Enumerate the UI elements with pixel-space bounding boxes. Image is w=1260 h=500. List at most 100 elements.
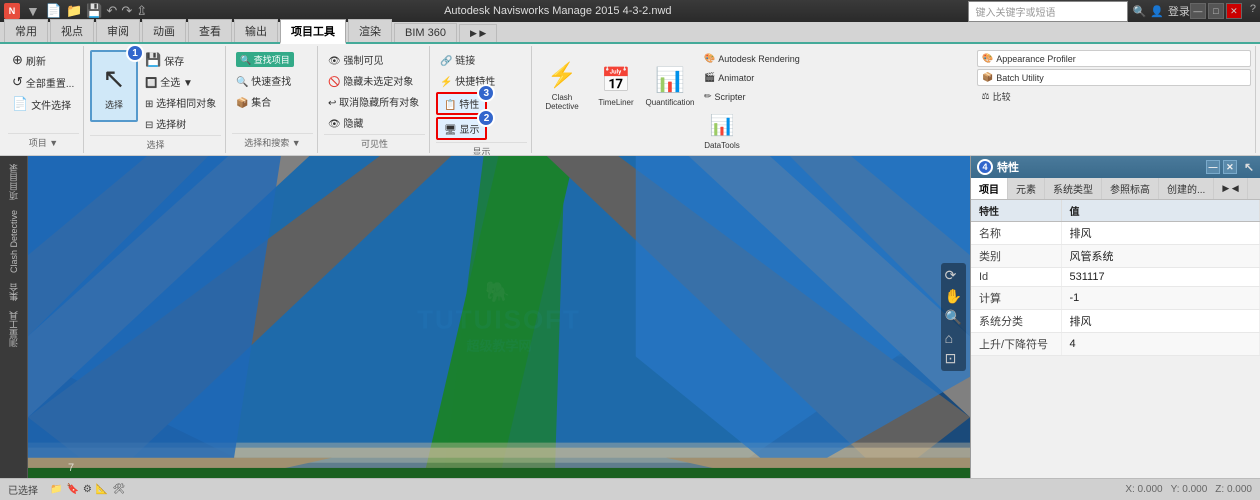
display-label: 显示 (436, 142, 527, 156)
quantification-btn[interactable]: 📊 Quantification (646, 50, 694, 122)
panel-minimize-btn[interactable]: — (1206, 160, 1220, 174)
search-box[interactable]: 键入关键字或短语 (968, 1, 1128, 22)
file-icon: 📄 (12, 96, 28, 112)
quick-undo[interactable]: ↶ (106, 3, 117, 19)
select-tree-btn[interactable]: ⊟ 选择树 (141, 114, 220, 133)
tab-changyong[interactable]: 常用 (4, 19, 48, 42)
tab-xiangmugongju[interactable]: 项目工具 (280, 19, 346, 44)
prop-label-category: 类别 (971, 245, 1061, 268)
tab-more[interactable]: ▶ ▶ (459, 24, 497, 42)
sidebar-item-sets[interactable]: 集合 (5, 279, 22, 305)
file-select-btn[interactable]: 📄文件选择 (8, 94, 79, 114)
quick-find-btn[interactable]: 🔍 快速查找 (232, 71, 313, 90)
quick-save[interactable]: 💾 (86, 3, 102, 19)
tab-bim360[interactable]: BIM 360 (394, 23, 457, 42)
help-btn[interactable]: ? (1250, 3, 1256, 19)
quick-open[interactable]: 📁 (66, 3, 82, 19)
hide-btn[interactable]: 👁 隐藏 (324, 113, 425, 132)
clash-detective-btn[interactable]: ⚡ ClashDetective (538, 50, 586, 122)
quick-select[interactable]: ⇫ (136, 3, 147, 19)
animator-btn[interactable]: 🎬 Animator (700, 69, 973, 86)
status-bar: 已选择 📁 🔖 ⚙ 📐 🛠 X: 0.000 Y: 0.000 Z: 0.000 (0, 478, 1260, 500)
quick-redo[interactable]: ↷ (121, 3, 132, 19)
app-icon: N (4, 3, 20, 19)
quick-new[interactable]: 📄 (46, 3, 62, 19)
panel-tab-element[interactable]: 元素 (1008, 178, 1045, 199)
panel-tab-ref-level[interactable]: 参照标高 (1102, 178, 1159, 199)
save-select-btn[interactable]: 💾保存 (141, 50, 220, 70)
cursor-display: ↖ (1244, 160, 1254, 174)
autodesk-rendering-btn[interactable]: 🎨 Autodesk Rendering (700, 50, 973, 67)
tab-shenyue[interactable]: 审阅 (96, 19, 140, 42)
panel-tab-more[interactable]: ▶ ◀ (1214, 178, 1247, 199)
panel-titlebar: 4 特性 — ✕ ↖ (971, 156, 1260, 178)
appearance-profiler-btn[interactable]: 🎨 Appearance Profiler (977, 50, 1251, 67)
nav-zoom-icon[interactable]: 🔍 (945, 309, 962, 326)
appearance-icon: 🎨 (982, 53, 993, 64)
nav-fit-icon[interactable]: ⊡ (945, 350, 962, 367)
datatools-btn[interactable]: 📊 DataTools (700, 107, 744, 155)
status-icon-bookmark[interactable]: 🔖 (66, 484, 78, 495)
sidebar-item-clash[interactable]: Clash Detective (7, 206, 21, 277)
panel-tab-system-type[interactable]: 系统类型 (1045, 178, 1102, 199)
collection-btn[interactable]: 📦 集合 (232, 92, 313, 111)
force-visible-btn[interactable]: 👁 强制可见 (324, 50, 425, 69)
sidebar-item-project-tree[interactable]: 项目目录 (5, 160, 22, 204)
prop-label-calc: 计算 (971, 287, 1061, 310)
nav-btn[interactable]: 👤 (1150, 5, 1164, 18)
refresh-btn[interactable]: ⊕刷新 (8, 50, 79, 70)
quant-icon: 📊 (655, 66, 685, 95)
nav-pan-icon[interactable]: ✋ (945, 288, 962, 305)
link-btn[interactable]: 🔗 链接 (436, 50, 527, 69)
scripter-btn[interactable]: ✏ Scripter (700, 88, 974, 105)
nav-orbit-icon[interactable]: ⟳ (945, 267, 962, 284)
panel-tab-created[interactable]: 创建的... (1159, 178, 1214, 199)
compare-btn[interactable]: ⚖ 比较 (978, 88, 1252, 105)
viewport[interactable]: 🐘 TUTUISOFT 超级教学网 ⟳ ✋ 🔍 ⌂ ⊡ 7 (28, 156, 970, 478)
panel-close-btn[interactable]: ✕ (1223, 160, 1237, 174)
panel-tab-project[interactable]: 项目 (971, 178, 1008, 199)
hide-unselected-btn[interactable]: 🚫 隐藏未选定对象 (324, 71, 425, 90)
login-btn[interactable]: 登录 (1168, 3, 1190, 19)
status-icon-wrench[interactable]: 🛠 (112, 484, 125, 495)
annotation-1: 1 (126, 44, 144, 62)
sidebar-item-measure[interactable]: 测量工具 (5, 307, 22, 351)
timeliner-btn[interactable]: 📅 TimeLiner (592, 50, 640, 122)
tab-shuchu[interactable]: 输出 (234, 19, 278, 42)
maximize-btn[interactable]: □ (1208, 3, 1224, 19)
tools-top-row: 🎨 Autodesk Rendering 🎨 Appearance Profil… (700, 50, 1251, 67)
cursor-icon: ↖ (102, 62, 125, 95)
table-row: 类别 风管系统 (971, 245, 1260, 268)
main-area: 项目目录 Clash Detective 集合 测量工具 (0, 156, 1260, 478)
compare-icon: ⚖ (982, 91, 990, 102)
table-row: 名称 排风 (971, 222, 1260, 245)
unhide-all-btn[interactable]: ↩ 取消隐藏所有对象 (324, 92, 425, 111)
status-icon-ruler[interactable]: 📐 (96, 484, 108, 495)
tab-chakan[interactable]: 查看 (188, 19, 232, 42)
prop-value-rise-drop: 4 (1061, 333, 1260, 356)
title-left: N ▼ 📄 📁 💾 ↶ ↷ ⇫ (4, 3, 147, 19)
nav-home-icon[interactable]: ⌂ (945, 330, 962, 346)
find-items-btn[interactable]: 🔍 查找项目 (232, 50, 313, 69)
ribbon-group-visibility: 👁 强制可见 🚫 隐藏未选定对象 ↩ 取消隐藏所有对象 👁 隐藏 可见性 (320, 46, 430, 153)
menu-btn[interactable]: ▼ (24, 3, 42, 19)
select-same-btn[interactable]: ⊞ 选择相同对象 (141, 93, 220, 112)
scene-svg (28, 156, 970, 478)
tab-xuanran[interactable]: 渲染 (348, 19, 392, 42)
reset-icon: ↺ (12, 74, 23, 90)
select-all-btn[interactable]: 🔲 全选 ▼ (141, 72, 220, 91)
status-icon-gear[interactable]: ⚙ (83, 484, 92, 495)
table-row: 计算 -1 (971, 287, 1260, 310)
status-right: X: 0.000 Y: 0.000 Z: 0.000 (1125, 484, 1252, 495)
status-icon-folder[interactable]: 📁 (50, 484, 62, 495)
reset-all-btn[interactable]: ↺全部重置... (8, 72, 79, 92)
tab-shidian[interactable]: 视点 (50, 19, 94, 42)
annotation-4: 4 (977, 159, 993, 175)
coord-z: Z: 0.000 (1215, 484, 1252, 495)
batch-utility-btn[interactable]: 📦 Batch Utility (977, 69, 1251, 86)
tab-donghua[interactable]: 动画 (142, 19, 186, 42)
minimize-btn[interactable]: — (1190, 3, 1206, 19)
close-btn[interactable]: ✕ (1226, 3, 1242, 19)
search-area: 键入关键字或短语 🔍 👤 登录 (968, 1, 1189, 22)
search-btn[interactable]: 🔍 (1132, 5, 1146, 18)
